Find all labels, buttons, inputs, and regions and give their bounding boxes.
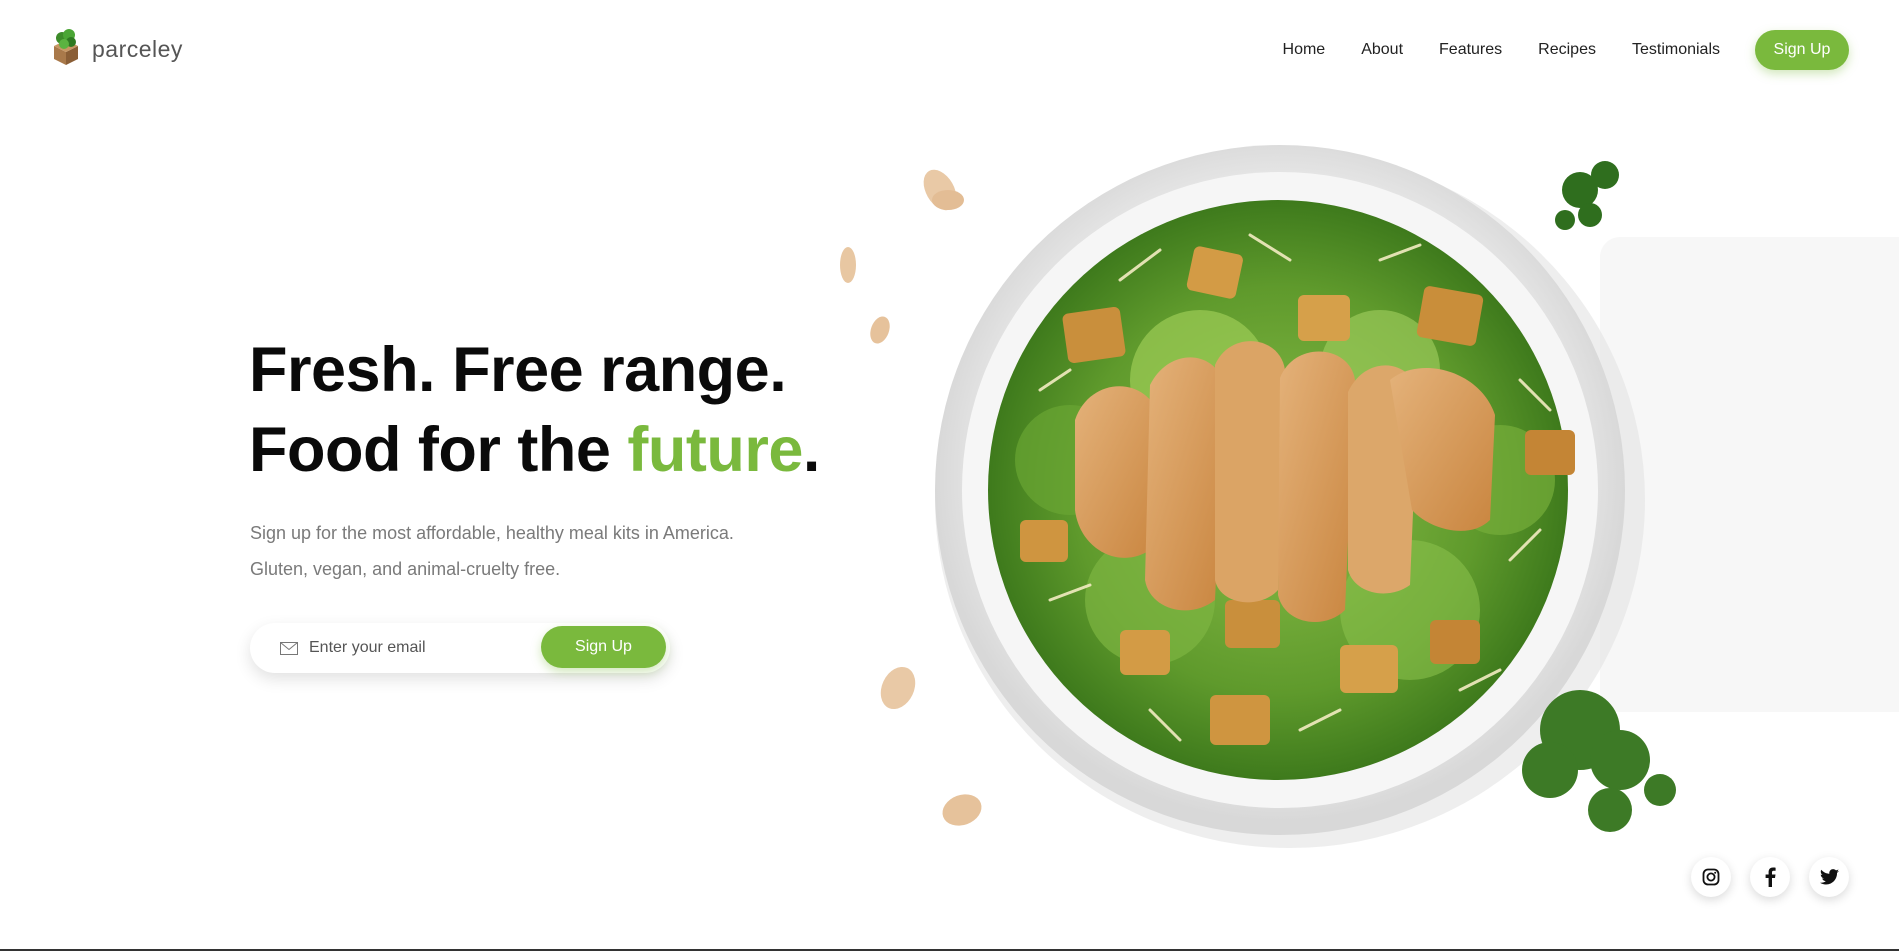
brand-name: parceley xyxy=(92,36,183,62)
nut-pieces-image xyxy=(840,169,982,826)
headline-line2-prefix: Food for the xyxy=(249,415,628,485)
nav-home[interactable]: Home xyxy=(1283,30,1326,70)
hero-subtitle-line2: Gluten, vegan, and animal-cruelty free. xyxy=(250,559,561,579)
envelope-icon xyxy=(280,641,298,655)
brand-logo[interactable]: parceley xyxy=(50,28,183,71)
headline-line1: Fresh. Free range. xyxy=(249,335,787,405)
hero-subtitle-line1: Sign up for the most affordable, healthy… xyxy=(250,523,734,543)
hero-headline: Fresh. Free range. Food for the future. xyxy=(249,330,820,490)
email-signup-form: Sign Up xyxy=(250,623,670,673)
nav-features[interactable]: Features xyxy=(1439,30,1502,70)
main-nav: Home About Features Recipes Testimonials… xyxy=(1247,30,1849,70)
parsley-box-icon xyxy=(50,28,82,71)
headline-line2-suffix: . xyxy=(802,415,821,485)
headline-accent: future xyxy=(627,415,803,485)
form-signup-button[interactable]: Sign Up xyxy=(541,626,666,668)
social-links xyxy=(1691,857,1849,897)
nav-signup-button[interactable]: Sign Up xyxy=(1755,30,1849,70)
nav-testimonials[interactable]: Testimonials xyxy=(1632,30,1720,70)
hero-subtitle: Sign up for the most affordable, healthy… xyxy=(250,515,734,587)
instagram-icon[interactable] xyxy=(1691,857,1731,897)
twitter-icon[interactable] xyxy=(1809,857,1849,897)
facebook-icon[interactable] xyxy=(1750,857,1790,897)
email-input[interactable] xyxy=(307,638,531,658)
nav-recipes[interactable]: Recipes xyxy=(1538,30,1596,70)
nav-about[interactable]: About xyxy=(1361,30,1403,70)
